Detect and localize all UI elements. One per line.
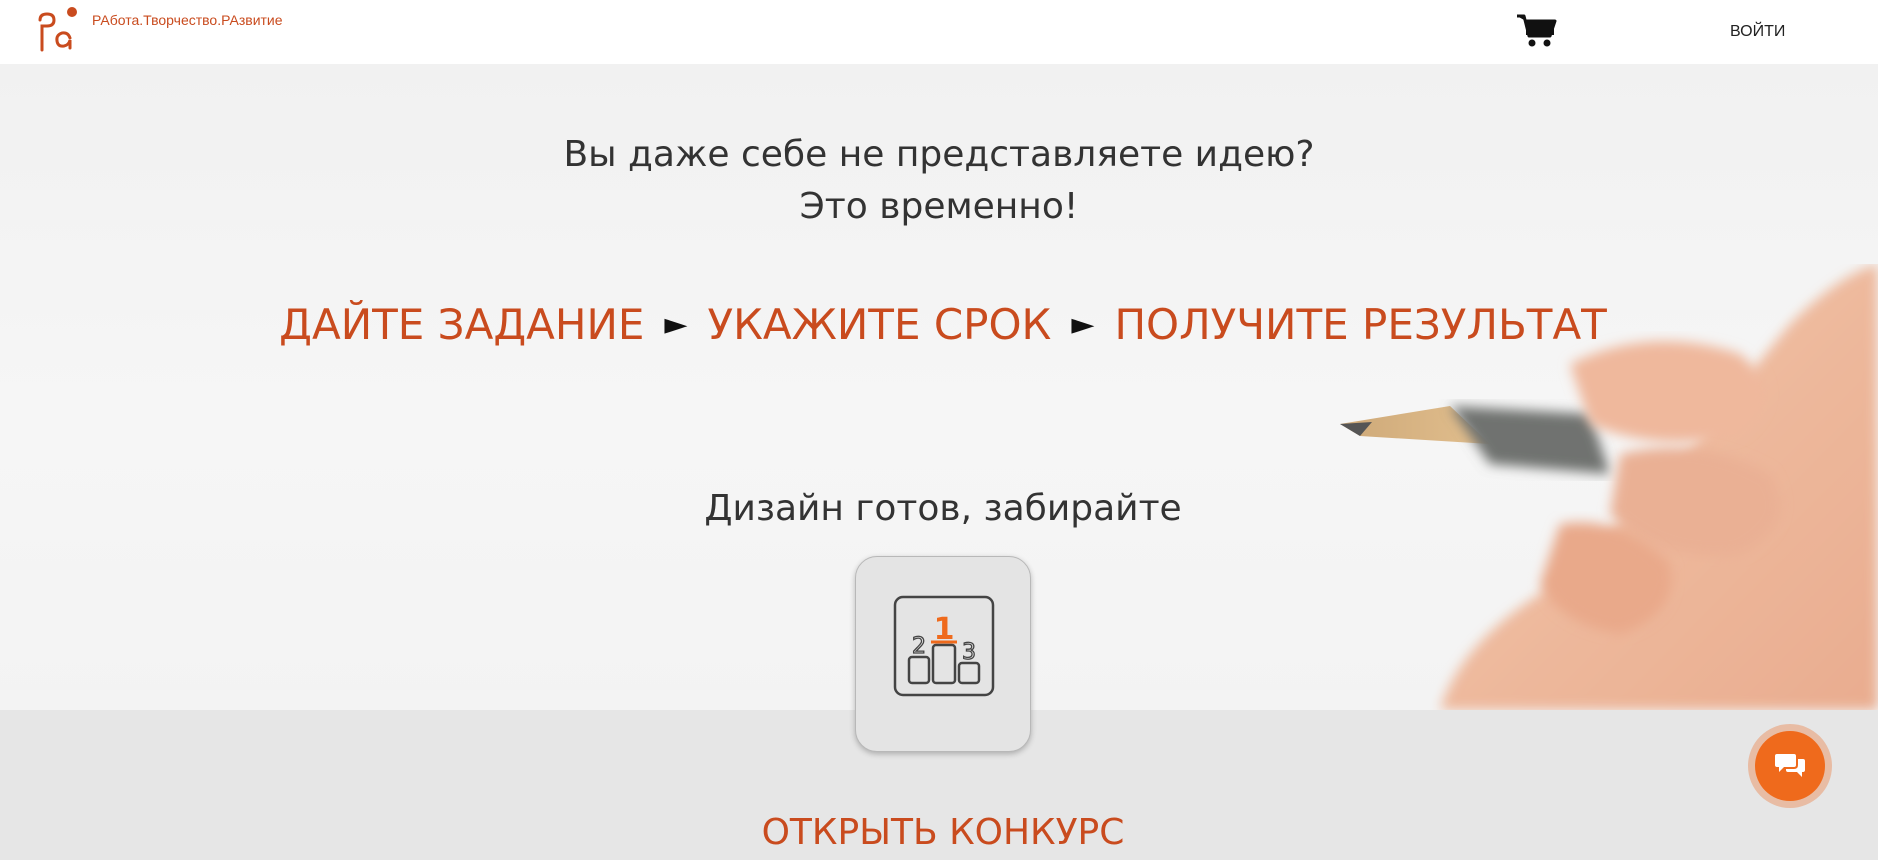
step-arrow-icon: ►	[1071, 307, 1095, 342]
chat-icon	[1775, 754, 1805, 777]
step-get-result: ПОЛУЧИТЕ РЕЗУЛЬТАТ	[1114, 300, 1607, 349]
podium-place-3: 3	[962, 640, 976, 665]
podium-place-2: 2	[912, 634, 926, 659]
cart-icon[interactable]	[1516, 12, 1558, 48]
steps-row: ДАЙТЕ ЗАДАНИЕ ► УКАЖИТЕ СРОК ► ПОЛУЧИТЕ РЕЗУ…	[0, 300, 1878, 349]
podium-icon: 1 2 3	[893, 595, 995, 697]
step-give-task: ДАЙТЕ ЗАДАНИЕ	[279, 300, 645, 349]
podium-card[interactable]: 1 2 3	[855, 556, 1031, 752]
hero-question: Вы даже себе не представляете идею?	[563, 134, 1315, 175]
open-contest-button[interactable]: ОТКРЫТЬ КОНКУРС	[0, 812, 1878, 853]
hero-subtitle: Это временно!	[799, 186, 1079, 227]
site-header: РАбота.Творчество.РАзвитие ВОЙТИ	[0, 0, 1878, 64]
chat-button[interactable]	[1748, 724, 1832, 808]
ptr-logo-icon[interactable]	[36, 6, 80, 54]
site-tagline: РАбота.Творчество.РАзвитие	[92, 12, 283, 28]
step-arrow-icon: ►	[664, 307, 688, 342]
design-ready-heading: Дизайн готов, забирайте	[704, 488, 1182, 529]
login-button[interactable]: ВОЙТИ	[1730, 23, 1785, 41]
chat-button-inner	[1755, 731, 1825, 801]
step-set-deadline: УКАЖИТЕ СРОК	[707, 300, 1052, 349]
